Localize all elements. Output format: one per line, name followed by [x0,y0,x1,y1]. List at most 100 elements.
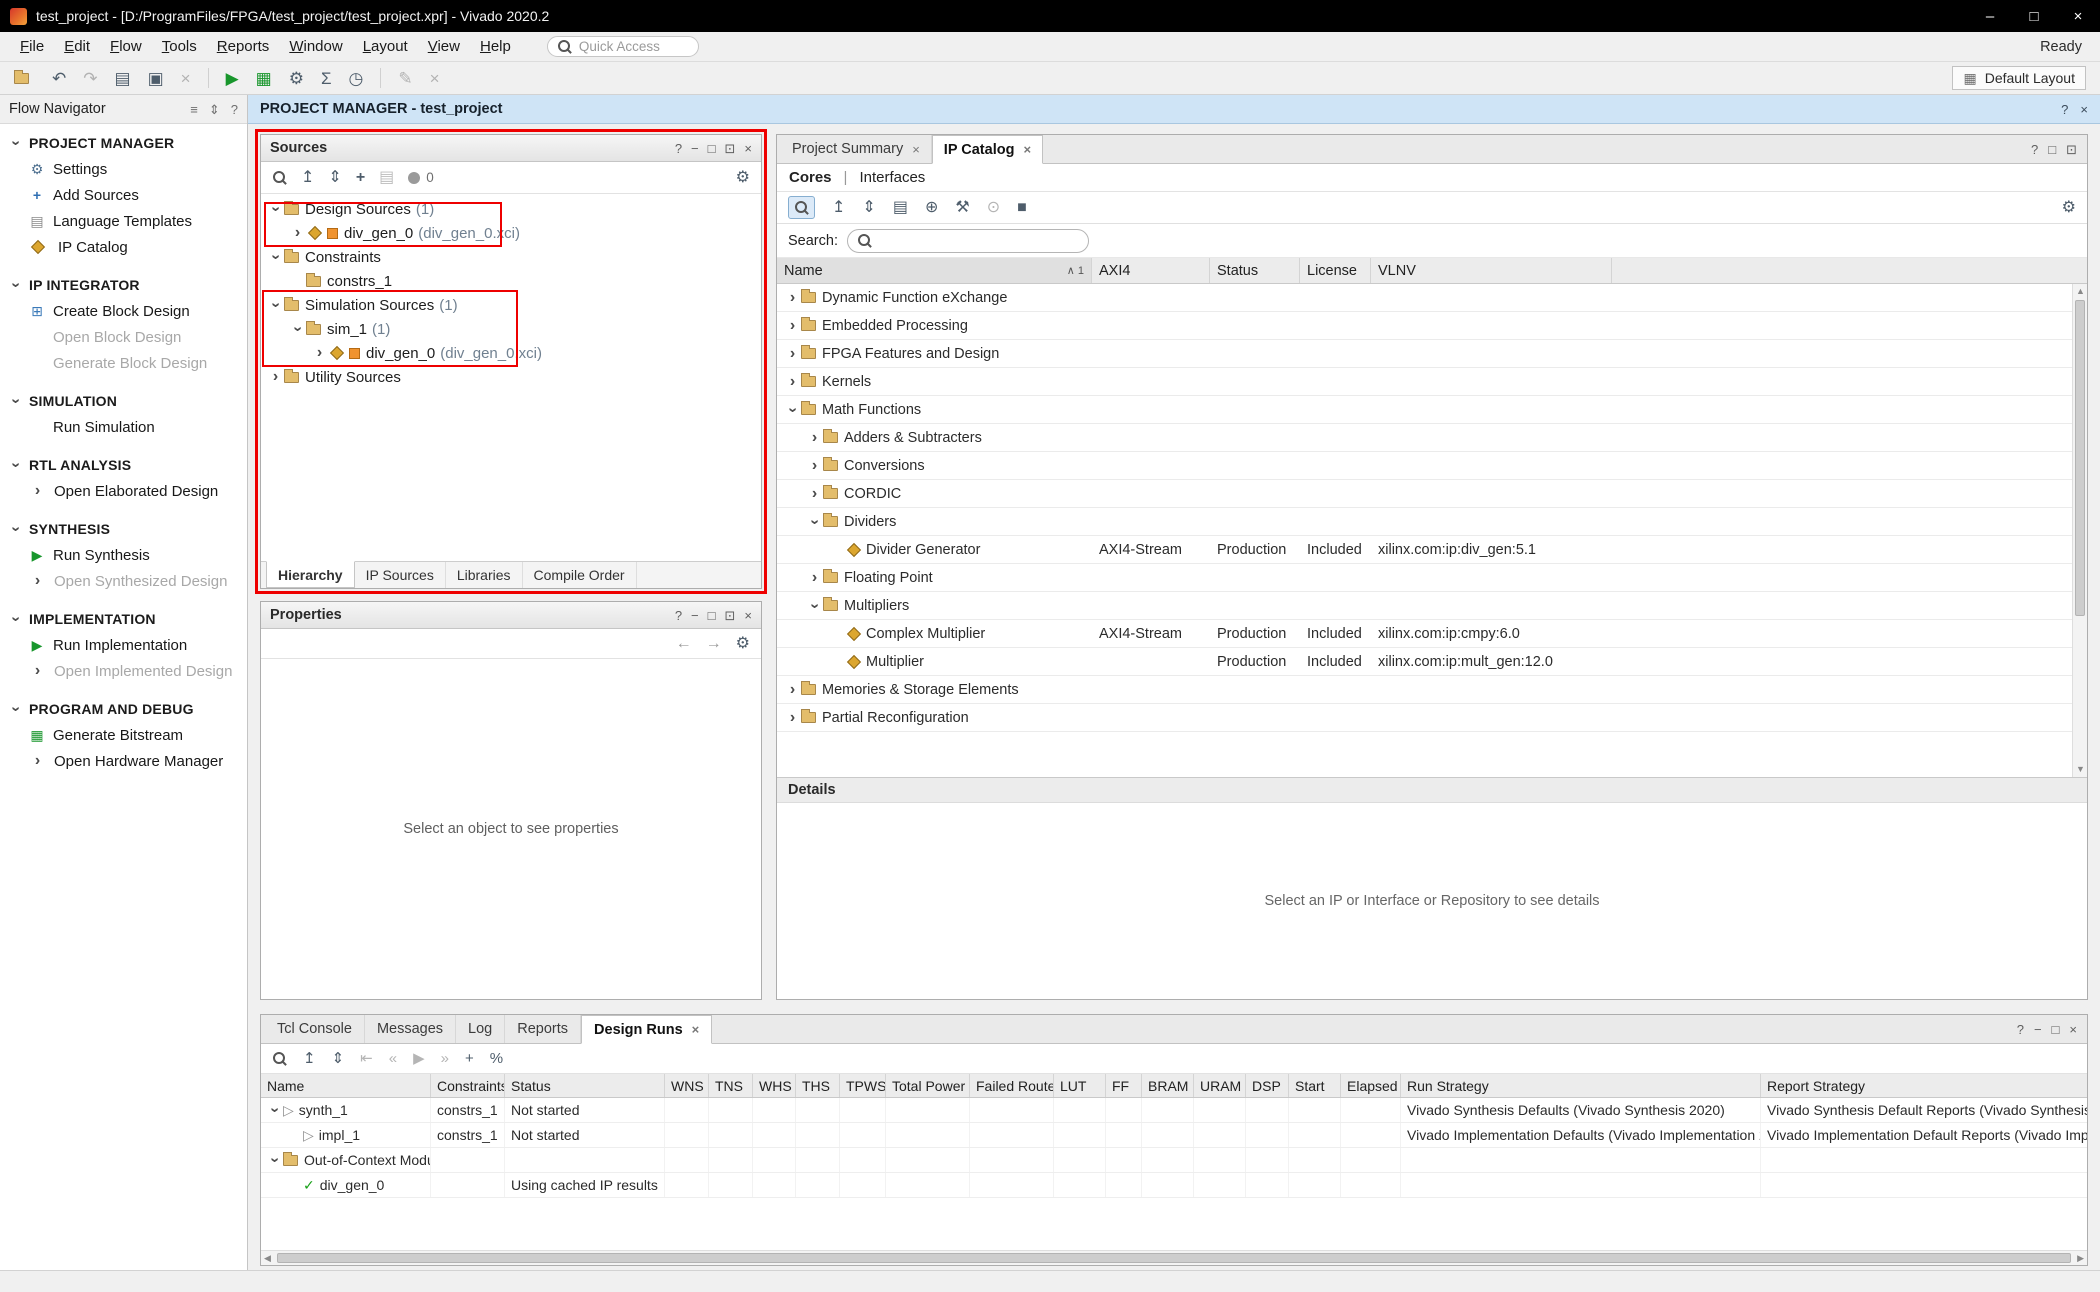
float-icon[interactable] [2048,143,2056,156]
run-row-synth-1[interactable]: synth_1constrs_1Not startedVivado Synthe… [261,1098,2087,1123]
nav-item-generate-bitstream[interactable]: Generate Bitstream [0,722,247,748]
cancel-icon[interactable] [430,70,440,87]
nav-item-ip-catalog[interactable]: IP Catalog [0,234,247,260]
catalog-row-dividers[interactable]: Dividers [777,508,2072,536]
chevron-right-icon[interactable] [806,429,823,447]
close-icon[interactable] [744,142,752,155]
menu-window[interactable]: Window [279,34,352,59]
run-selected-icon[interactable] [413,1051,425,1066]
close-icon[interactable] [692,1023,700,1036]
help-icon[interactable] [675,609,682,622]
forward-arrow-icon[interactable] [706,636,722,652]
dock-icon[interactable] [190,103,198,116]
catalog-row-cordic[interactable]: CORDIC [777,480,2072,508]
chevron-right-icon[interactable] [806,457,823,475]
nav-item-create-block-design[interactable]: Create Block Design [0,298,247,324]
tab-reports[interactable]: Reports [505,1015,581,1043]
chevron-right-icon[interactable] [29,752,46,770]
chevron-right-icon[interactable] [29,482,46,500]
run-icon[interactable] [226,70,239,87]
nav-section-header[interactable]: IMPLEMENTATION [0,605,247,632]
help-icon[interactable] [2031,143,2038,156]
expand-collapse-icon[interactable] [209,103,220,116]
nav-section-header[interactable]: IP INTEGRATOR [0,271,247,298]
catalog-row-fpga-features-and-design[interactable]: FPGA Features and Design [777,340,2072,368]
catalog-row-floating-point[interactable]: Floating Point [777,564,2072,592]
chevron-right-icon[interactable] [267,368,284,386]
chevron-down-icon[interactable] [7,456,24,474]
chevron-down-icon[interactable] [266,1101,283,1119]
edit-pencil-icon[interactable] [398,70,412,87]
chevron-down-icon[interactable] [267,248,284,266]
nav-section-header[interactable]: PROGRAM AND DEBUG [0,695,247,722]
menu-flow[interactable]: Flow [100,34,152,59]
search-icon[interactable] [272,1051,287,1066]
ip-settings-icon[interactable] [987,200,1000,216]
minimize-icon[interactable] [691,142,699,155]
tree-item-constrs-1[interactable]: constrs_1 [261,269,761,293]
undo-icon[interactable] [52,70,66,87]
add-sources-icon[interactable] [356,170,365,186]
wrench-icon[interactable] [955,200,969,216]
catalog-row-dynamic-function-exchange[interactable]: Dynamic Function eXchange [777,284,2072,312]
save-icon[interactable] [115,70,131,87]
chevron-right-icon[interactable] [784,373,801,391]
percent-icon[interactable] [490,1051,503,1066]
chevron-right-icon[interactable] [29,572,46,590]
chevron-down-icon[interactable] [266,1151,283,1169]
minimize-icon[interactable] [691,609,699,622]
chevron-down-icon[interactable] [267,200,284,218]
expand-all-icon[interactable] [862,200,875,216]
chevron-down-icon[interactable] [7,700,24,718]
chevron-down-icon[interactable] [784,401,801,419]
collapse-all-icon[interactable] [303,1051,316,1066]
vertical-scrollbar[interactable] [2072,284,2087,777]
expand-all-icon[interactable] [328,170,341,186]
tab-messages[interactable]: Messages [365,1015,456,1043]
column-header-status[interactable]: Status [505,1074,665,1097]
catalog-row-conversions[interactable]: Conversions [777,452,2072,480]
tree-item-sim-1[interactable]: sim_1(1) [261,317,761,341]
close-icon[interactable] [744,609,752,622]
tree-item-design-sources[interactable]: Design Sources(1) [261,197,761,221]
help-icon[interactable] [2061,103,2068,116]
minimize-window-button[interactable] [1968,0,2012,32]
scroll-right-icon[interactable] [2077,1254,2084,1263]
redo-icon[interactable] [83,70,97,87]
step-back-icon[interactable] [389,1051,397,1066]
column-header-wns[interactable]: WNS [665,1074,709,1097]
horizontal-scrollbar[interactable] [261,1250,2087,1265]
chevron-down-icon[interactable] [806,597,823,615]
step-forward-icon[interactable] [441,1051,449,1066]
chevron-right-icon[interactable] [784,681,801,699]
report-sum-icon[interactable] [321,70,332,87]
sources-tab-hierarchy[interactable]: Hierarchy [266,561,355,588]
scroll-up-icon[interactable] [2076,287,2085,296]
chevron-right-icon[interactable] [784,709,801,727]
scroll-down-icon[interactable] [2076,765,2085,774]
chevron-down-icon[interactable] [7,610,24,628]
tab-ip-catalog[interactable]: IP Catalog [932,135,1043,164]
close-icon[interactable] [912,143,920,156]
tree-item-div-gen-0[interactable]: div_gen_0(div_gen_0.xci) [261,221,761,245]
search-toggle-button[interactable] [788,196,815,219]
run-row-div-gen-0[interactable]: div_gen_0Using cached IP results [261,1173,2087,1198]
run-row-impl-1[interactable]: impl_1constrs_1Not startedVivado Impleme… [261,1123,2087,1148]
nav-item-run-synthesis[interactable]: Run Synthesis [0,542,247,568]
chevron-down-icon[interactable] [267,296,284,314]
flow-icon[interactable] [256,70,272,87]
maximize-icon[interactable] [725,609,736,622]
chevron-right-icon[interactable] [806,485,823,503]
back-arrow-icon[interactable] [676,636,692,652]
column-header-run-strategy[interactable]: Run Strategy [1401,1074,1761,1097]
float-icon[interactable] [2052,1023,2060,1036]
nav-item-settings[interactable]: Settings [0,156,247,182]
close-window-button[interactable] [2056,0,2100,32]
column-header-axi4[interactable]: AXI4 [1092,258,1210,283]
column-header-bram[interactable]: BRAM [1142,1074,1194,1097]
chevron-right-icon[interactable] [784,317,801,335]
maximize-window-button[interactable] [2012,0,2056,32]
minimize-icon[interactable] [2034,1023,2042,1036]
column-header-dsp[interactable]: DSP [1246,1074,1289,1097]
catalog-row-complex-multiplier[interactable]: Complex MultiplierAXI4-StreamProductionI… [777,620,2072,648]
